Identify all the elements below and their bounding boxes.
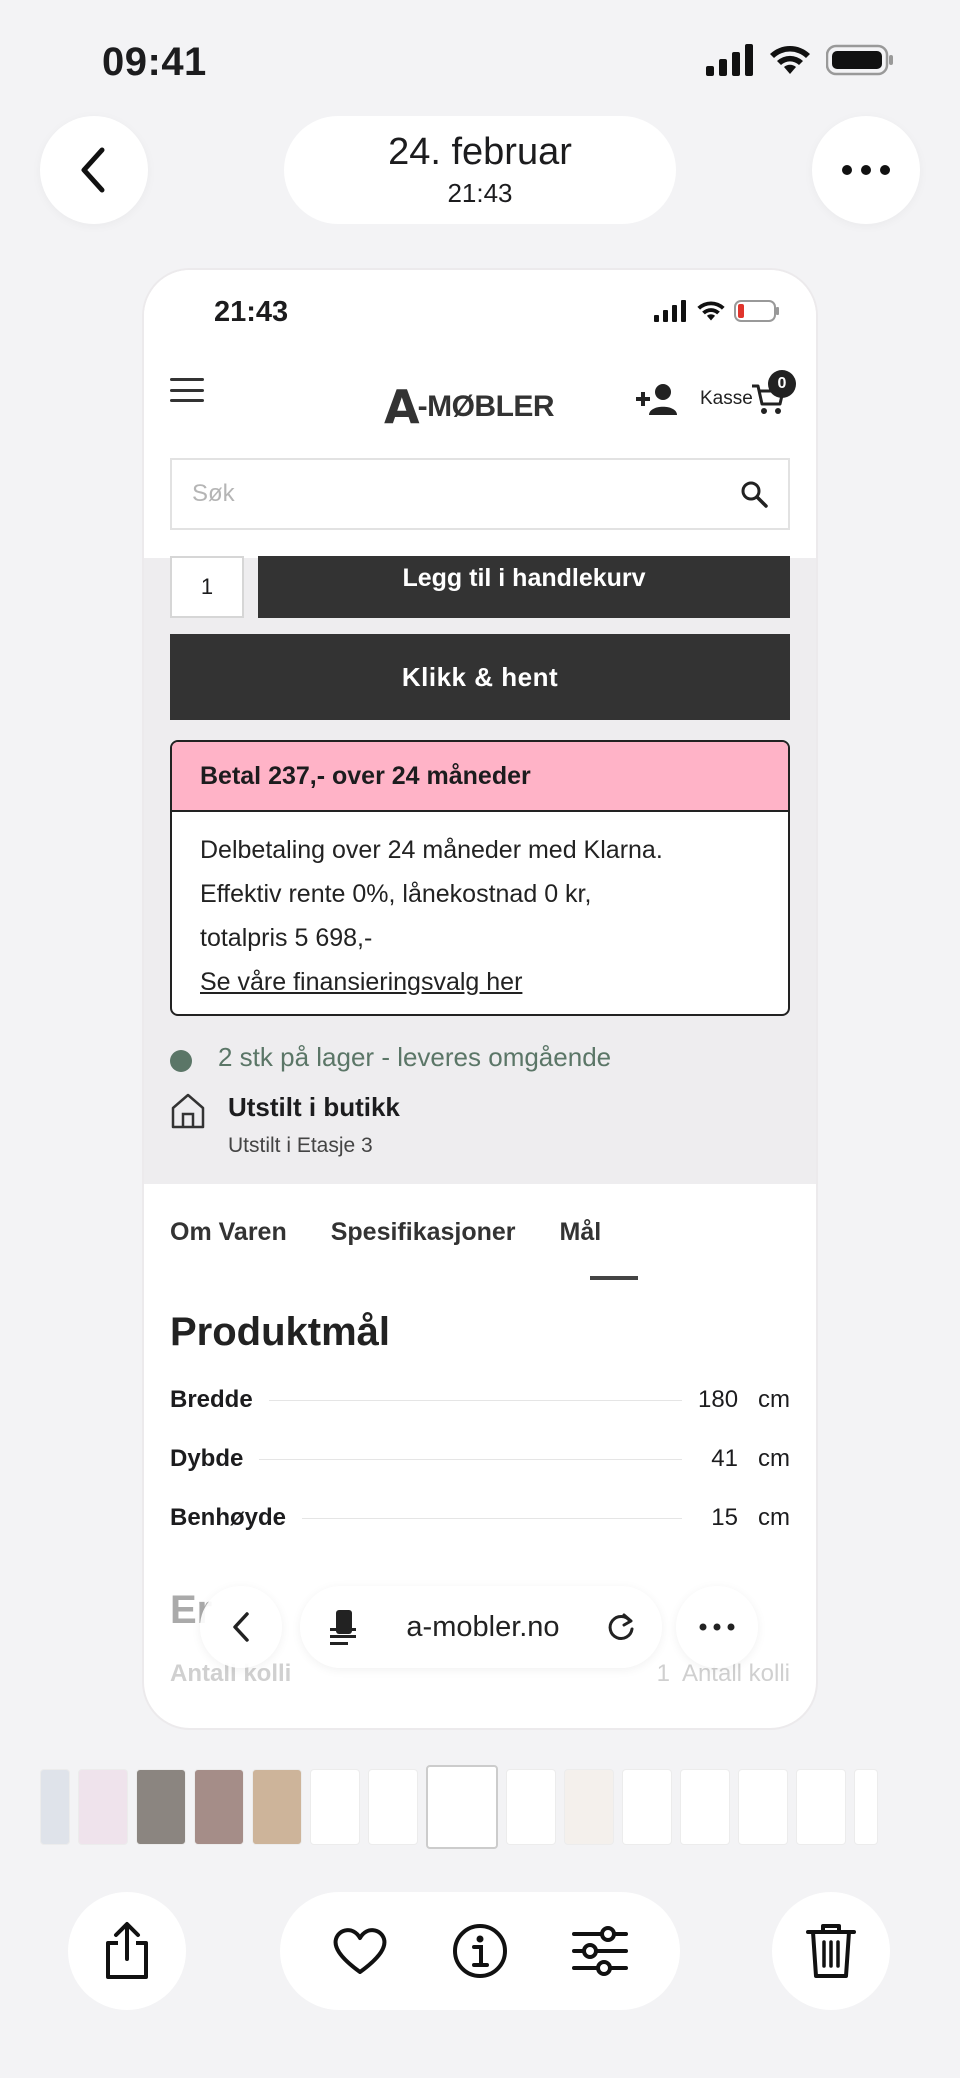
share-button[interactable]: [68, 1892, 186, 2010]
dimension-value: 41: [711, 1445, 738, 1472]
date-header: 24. februar 21:43: [284, 116, 676, 224]
back-button[interactable]: [40, 116, 148, 224]
dimension-value: 15: [711, 1504, 738, 1531]
photo-thumbnail-current[interactable]: [426, 1765, 498, 1849]
logo-mark: A: [384, 380, 420, 434]
trash-icon: [806, 1924, 856, 1978]
photo-thumbnail[interactable]: [680, 1769, 730, 1845]
inner-status-icons: [654, 300, 780, 322]
quantity-input[interactable]: 1: [170, 556, 244, 618]
dimension-label: Bredde: [170, 1386, 253, 1413]
inner-status-time: 21:43: [214, 296, 289, 328]
click-and-collect-button[interactable]: Klikk & hent: [170, 634, 790, 720]
photo-thumbnail[interactable]: [738, 1769, 788, 1845]
photo-thumbnail[interactable]: [564, 1769, 614, 1845]
photo-thumbnail[interactable]: [506, 1769, 556, 1845]
photo-thumbnail[interactable]: [622, 1769, 672, 1845]
chevron-left-icon: [233, 1612, 249, 1642]
reader-mode-icon[interactable]: [326, 1608, 360, 1646]
reload-icon[interactable]: [606, 1612, 636, 1642]
browser-more-button[interactable]: [676, 1586, 758, 1668]
info-icon[interactable]: [452, 1923, 508, 1979]
store-icon: [171, 1093, 205, 1129]
dimension-row: Bredde 180 cm: [170, 1380, 790, 1420]
klarna-line-2: Effektiv rente 0%, lånekostnad 0 kr,: [200, 880, 592, 908]
browser-address-bar[interactable]: a-mobler.no: [300, 1586, 662, 1668]
partial-row-right: Antall kolli: [681, 1660, 790, 1687]
add-user-icon[interactable]: [636, 382, 680, 416]
klarna-line-3: totalpris 5 698,-: [200, 924, 373, 952]
dimension-row: Benhøyde 15 cm: [170, 1498, 790, 1538]
site-logo[interactable]: A -MØBLER: [384, 380, 555, 434]
signal-icon: [654, 300, 686, 322]
photo-thumbnail[interactable]: [136, 1769, 186, 1845]
search-field[interactable]: Søk: [170, 458, 790, 530]
photo-thumbnail[interactable]: [252, 1769, 302, 1845]
logo-text: -MØBLER: [417, 390, 555, 423]
search-icon[interactable]: [740, 480, 768, 508]
dimension-label: Benhøyde: [170, 1504, 287, 1531]
delete-button[interactable]: [772, 1892, 890, 2010]
add-to-cart-button[interactable]: Legg til i handlekurv: [258, 556, 790, 618]
photo-thumbnail[interactable]: [194, 1769, 244, 1845]
dimension-unit: cm: [758, 1386, 790, 1413]
photo-thumbnail[interactable]: [78, 1769, 128, 1845]
store-display-subtitle: Utstilt i Etasje 3: [228, 1134, 373, 1157]
browser-url: a-mobler.no: [406, 1610, 560, 1643]
financing-link[interactable]: Se våre finansieringsvalg her: [200, 960, 760, 1004]
search-placeholder: Søk: [192, 480, 235, 507]
tab-spesifikasjoner[interactable]: Spesifikasjoner: [331, 1218, 516, 1247]
dimension-unit: cm: [758, 1445, 790, 1472]
share-icon: [106, 1922, 148, 1979]
klarna-line-1: Delbetaling over 24 måneder med Klarna.: [200, 836, 663, 864]
hamburger-menu-icon[interactable]: [170, 378, 204, 402]
dimensions-title: Produktmål: [170, 1310, 391, 1354]
heart-icon[interactable]: [332, 1926, 388, 1976]
chevron-left-icon: [81, 147, 105, 193]
photo-thumbnail-strip[interactable]: [40, 1765, 920, 1849]
photo-thumbnail[interactable]: [796, 1769, 846, 1845]
signal-icon: [706, 44, 753, 76]
active-tab-indicator: [590, 1276, 638, 1280]
battery-icon: [826, 44, 893, 76]
tab-mal[interactable]: Mål: [560, 1218, 602, 1247]
status-time: 09:41: [102, 40, 207, 84]
partial-row-value: 1: [656, 1660, 670, 1687]
date-label: 24. februar: [388, 131, 572, 173]
time-label: 21:43: [447, 178, 513, 208]
wifi-icon: [770, 46, 810, 74]
dimension-row: Dybde 41 cm: [170, 1439, 790, 1479]
checkout-label[interactable]: Kasse: [700, 388, 753, 410]
product-tabs: Om Varen Spesifikasjoner Mål: [170, 1218, 601, 1247]
dimension-value: 180: [698, 1386, 739, 1413]
stock-status-dot: [170, 1050, 192, 1072]
browser-back-button[interactable]: [200, 1586, 282, 1668]
ellipsis-icon: [699, 1623, 735, 1631]
battery-low-icon: [734, 300, 779, 322]
photo-thumbnail[interactable]: [368, 1769, 418, 1845]
tab-om-varen[interactable]: Om Varen: [170, 1218, 287, 1247]
photo-thumbnail[interactable]: [40, 1769, 70, 1845]
dimension-label: Dybde: [170, 1445, 244, 1472]
sliders-icon[interactable]: [572, 1926, 628, 1976]
stock-status-text: 2 stk på lager - leveres omgående: [218, 1042, 612, 1072]
status-icons: [706, 44, 894, 76]
photo-actions-toolbar: [280, 1892, 680, 2010]
more-button[interactable]: [812, 116, 920, 224]
store-display-title: Utstilt i butikk: [228, 1092, 400, 1122]
photo-preview[interactable]: 21:43 A -MØBLER Kasse 0 Søk 1 Legg til i…: [144, 270, 816, 1728]
ellipsis-icon: [842, 165, 890, 175]
cart-count-badge: 0: [768, 370, 796, 398]
wifi-icon: [697, 301, 725, 321]
klarna-box: Betal 237,- over 24 måneder Delbetaling …: [170, 740, 790, 1016]
klarna-title: Betal 237,- over 24 måneder: [172, 742, 788, 812]
photo-thumbnail[interactable]: [310, 1769, 360, 1845]
photo-thumbnail[interactable]: [854, 1769, 878, 1845]
dimension-unit: cm: [758, 1504, 790, 1531]
